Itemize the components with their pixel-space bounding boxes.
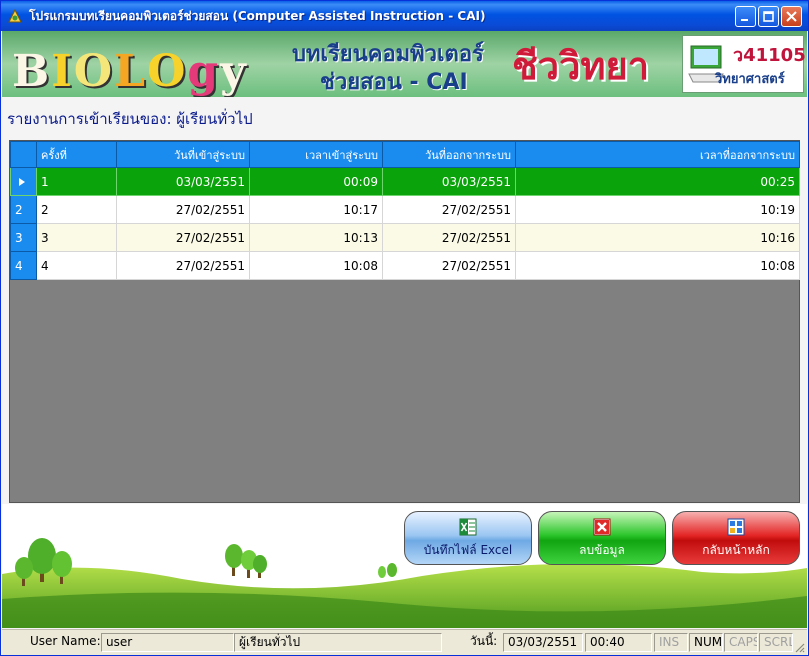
cell-session[interactable]: 4 [36, 251, 117, 280]
delete-data-button[interactable]: ลบข้อมูล [538, 511, 666, 565]
logo-letter-o2: O [147, 46, 186, 97]
resize-grip-icon[interactable] [793, 641, 805, 653]
current-row-arrow-icon [19, 177, 25, 186]
app-icon [8, 8, 22, 23]
minimize-icon [741, 19, 748, 21]
column-header-time-out[interactable]: เวลาที่ออกจากระบบ [515, 141, 800, 168]
logo-letter-y: y [220, 46, 246, 97]
save-excel-button[interactable]: บันทึกไฟล์ Excel [404, 511, 532, 565]
logo-letter-l: L [114, 46, 146, 97]
save-excel-label: บันทึกไฟล์ Excel [423, 542, 513, 557]
header-banner: B I O L O g y บทเรียนคอมพิวเตอร์ ช่วยสอน… [2, 31, 807, 97]
cell-date-in[interactable]: 03/03/2551 [116, 167, 250, 196]
title-bar[interactable]: โปรแกรมบทเรียนคอมพิวเตอร์ช่วยสอน (Comput… [1, 1, 808, 31]
row-selector[interactable]: 3 [10, 223, 37, 252]
biology-logo: B I O L O g y [12, 34, 246, 94]
status-user-value: user [101, 633, 234, 652]
cell-time-out[interactable]: 10:08 [515, 251, 800, 280]
cell-time-out[interactable]: 10:16 [515, 223, 800, 252]
cell-date-out[interactable]: 27/02/2551 [382, 223, 516, 252]
table-row[interactable]: 1 03/03/2551 00:09 03/03/2551 00:25 [10, 167, 800, 196]
logo-letter-o: O [73, 46, 113, 97]
minimize-button[interactable] [735, 6, 756, 27]
cell-date-in[interactable]: 27/02/2551 [116, 223, 250, 252]
cell-session[interactable]: 1 [36, 167, 117, 196]
cell-time-in[interactable]: 10:08 [249, 251, 383, 280]
grid-header-row: ครั้งที่ วันที่เข้าสู่ระบบ เวลาเข้าสู่ระ… [10, 141, 800, 168]
cell-time-in[interactable]: 00:09 [249, 167, 383, 196]
status-bar: User Name: user ผู้เรียนทั่วไป วันนี้: 0… [2, 629, 807, 655]
close-icon [786, 11, 797, 22]
course-code: ว41105 [733, 45, 806, 66]
main-menu-icon [727, 518, 745, 535]
cell-date-out[interactable]: 27/02/2551 [382, 195, 516, 224]
table-row[interactable]: 4 4 27/02/2551 10:08 27/02/2551 10:08 [10, 251, 800, 280]
status-num-indicator: NUM [689, 633, 723, 652]
banner-title-line2: ช่วยสอน - CAI [320, 70, 468, 95]
cell-date-in[interactable]: 27/02/2551 [116, 251, 250, 280]
row-selector[interactable]: 2 [10, 195, 37, 224]
cell-time-out[interactable]: 10:19 [515, 195, 800, 224]
app-window: โปรแกรมบทเรียนคอมพิวเตอร์ช่วยสอน (Comput… [0, 0, 809, 656]
close-button[interactable] [781, 6, 802, 27]
status-date-value: 03/03/2551 [503, 633, 583, 652]
back-to-main-button[interactable]: กลับหน้าหลัก [672, 511, 800, 565]
cell-time-in[interactable]: 10:17 [249, 195, 383, 224]
column-header-time-in[interactable]: เวลาเข้าสู่ระบบ [249, 141, 383, 168]
report-heading: รายงานการเข้าเรียนของ: ผู้เรียนทั่วไป [7, 110, 253, 128]
course-code-box: ว41105 วิทยาศาสตร์ [682, 35, 806, 93]
table-row[interactable]: 3 3 27/02/2551 10:13 27/02/2551 10:16 [10, 223, 800, 252]
table-row[interactable]: 2 2 27/02/2551 10:17 27/02/2551 10:19 [10, 195, 800, 224]
maximize-button[interactable] [758, 6, 779, 27]
status-caps-indicator: CAPS [724, 633, 758, 652]
row-selector[interactable]: 4 [10, 251, 37, 280]
logo-letter-g: g [187, 46, 219, 97]
attendance-grid[interactable]: ครั้งที่ วันที่เข้าสู่ระบบ เวลาเข้าสู่ระ… [9, 140, 800, 503]
maximize-icon [763, 11, 774, 22]
status-scrl-indicator: SCRL [759, 633, 793, 652]
cell-session[interactable]: 3 [36, 223, 117, 252]
column-header-date-out[interactable]: วันที่ออกจากระบบ [382, 141, 516, 168]
cell-date-out[interactable]: 27/02/2551 [382, 251, 516, 280]
logo-letter-b: B [12, 46, 50, 97]
status-user-label: User Name: [30, 634, 101, 648]
course-subject: วิทยาศาสตร์ [715, 72, 785, 87]
status-ins-indicator: INS [654, 633, 688, 652]
row-header-corner [10, 141, 37, 168]
delete-icon [593, 518, 611, 535]
window-title: โปรแกรมบทเรียนคอมพิวเตอร์ช่วยสอน (Comput… [29, 8, 486, 23]
column-header-session[interactable]: ครั้งที่ [36, 141, 117, 168]
status-date-label: วันนี้: [470, 634, 498, 648]
excel-icon [459, 518, 477, 535]
delete-data-label: ลบข้อมูล [579, 542, 625, 557]
logo-letter-i: I [51, 46, 72, 97]
status-time-value: 00:40 [585, 633, 652, 652]
cell-time-in[interactable]: 10:13 [249, 223, 383, 252]
cell-time-out[interactable]: 00:25 [515, 167, 800, 196]
cell-date-out[interactable]: 03/03/2551 [382, 167, 516, 196]
back-to-main-label: กลับหน้าหลัก [702, 542, 770, 557]
row-selector[interactable] [10, 167, 37, 196]
cell-date-in[interactable]: 27/02/2551 [116, 195, 250, 224]
cell-session[interactable]: 2 [36, 195, 117, 224]
status-role: ผู้เรียนทั่วไป [234, 633, 442, 652]
banner-subject: ชีววิทยา [512, 44, 650, 88]
column-header-date-in[interactable]: วันที่เข้าสู่ระบบ [116, 141, 250, 168]
